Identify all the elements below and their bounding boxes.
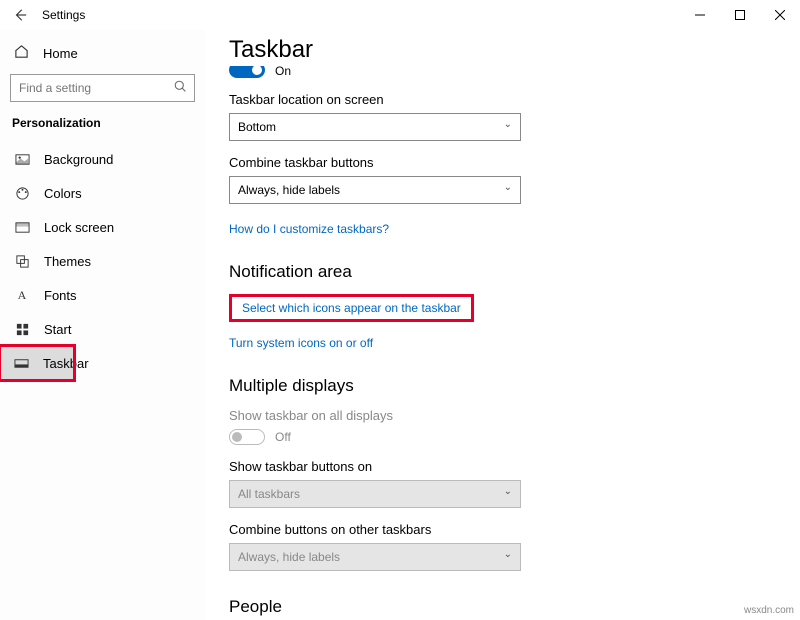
sidebar-item-label: Fonts — [44, 288, 77, 303]
people-heading: People — [229, 597, 770, 617]
customize-link[interactable]: How do I customize taskbars? — [229, 222, 389, 236]
sidebar-item-label: Colors — [44, 186, 82, 201]
sidebar-item-start[interactable]: Start — [0, 312, 205, 346]
sidebar-item-taskbar[interactable]: Taskbar — [0, 346, 74, 380]
sidebar-item-lockscreen[interactable]: Lock screen — [0, 210, 205, 244]
location-select[interactable]: Bottom ⌄ — [229, 113, 521, 141]
content-pane: Taskbar On Taskbar location on screen Bo… — [205, 30, 800, 620]
show-buttons-on-value: All taskbars — [238, 487, 300, 501]
sidebar-item-fonts[interactable]: A Fonts — [0, 278, 205, 312]
location-value: Bottom — [238, 120, 276, 134]
sidebar-home-label: Home — [43, 46, 78, 61]
combine-value: Always, hide labels — [238, 183, 340, 197]
show-alldisplays-toggle — [229, 429, 265, 445]
sidebar-item-label: Themes — [44, 254, 91, 269]
show-buttons-on-label: Show taskbar buttons on — [229, 459, 770, 474]
themes-icon — [14, 253, 30, 269]
multiple-displays-heading: Multiple displays — [229, 376, 770, 396]
sidebar-item-themes[interactable]: Themes — [0, 244, 205, 278]
search-input[interactable] — [10, 74, 195, 102]
fonts-icon: A — [14, 287, 30, 303]
sidebar: Home Personalization Background Colors L… — [0, 30, 205, 620]
sidebar-home[interactable]: Home — [0, 36, 205, 70]
start-icon — [14, 321, 30, 337]
taskbar-icon — [14, 355, 29, 371]
search-icon — [174, 80, 187, 96]
combine-select[interactable]: Always, hide labels ⌄ — [229, 176, 521, 204]
combine-other-select: Always, hide labels ⌄ — [229, 543, 521, 571]
top-toggle[interactable] — [229, 66, 265, 78]
sidebar-item-label: Start — [44, 322, 71, 337]
show-buttons-on-select: All taskbars ⌄ — [229, 480, 521, 508]
combine-other-value: Always, hide labels — [238, 550, 340, 564]
sidebar-item-colors[interactable]: Colors — [0, 176, 205, 210]
chevron-down-icon: ⌄ — [504, 549, 512, 560]
palette-icon — [14, 185, 30, 201]
sidebar-item-background[interactable]: Background — [0, 142, 205, 176]
chevron-down-icon: ⌄ — [504, 119, 512, 130]
combine-other-label: Combine buttons on other taskbars — [229, 522, 770, 537]
maximize-button[interactable] — [720, 0, 760, 30]
watermark: wsxdn.com — [744, 605, 794, 616]
combine-label: Combine taskbar buttons — [229, 155, 770, 170]
home-icon — [14, 44, 29, 62]
page-title: Taskbar — [229, 36, 770, 64]
close-button[interactable] — [760, 0, 800, 30]
lockscreen-icon — [14, 219, 30, 235]
sidebar-category: Personalization — [0, 112, 205, 142]
top-toggle-label: On — [275, 66, 291, 78]
chevron-down-icon: ⌄ — [504, 486, 512, 497]
sidebar-item-label: Taskbar — [43, 356, 89, 371]
select-icons-link[interactable]: Select which icons appear on the taskbar — [229, 294, 474, 322]
chevron-down-icon: ⌄ — [504, 182, 512, 193]
system-icons-link[interactable]: Turn system icons on or off — [229, 336, 373, 350]
show-alldisplays-value: Off — [275, 430, 291, 444]
location-label: Taskbar location on screen — [229, 92, 770, 107]
minimize-button[interactable] — [680, 0, 720, 30]
notification-heading: Notification area — [229, 262, 770, 282]
sidebar-item-label: Background — [44, 152, 113, 167]
picture-icon — [14, 151, 30, 167]
show-alldisplays-label: Show taskbar on all displays — [229, 408, 770, 423]
back-button[interactable] — [8, 3, 32, 27]
sidebar-item-label: Lock screen — [44, 220, 114, 235]
window-title: Settings — [42, 8, 85, 22]
